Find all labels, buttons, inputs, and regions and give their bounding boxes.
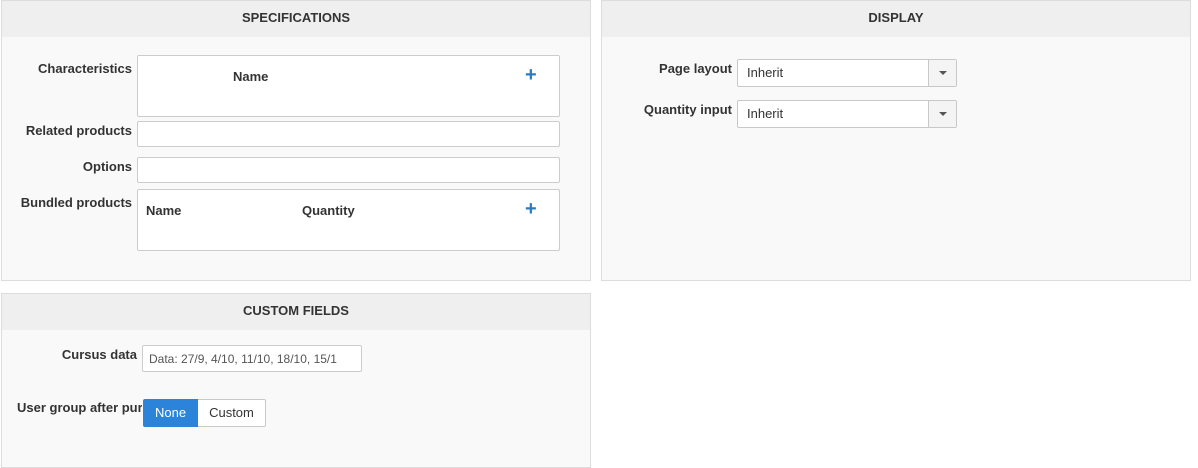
quantity-input-value: Inherit xyxy=(747,106,784,121)
add-characteristic-icon[interactable]: + xyxy=(525,65,537,85)
bundled-quantity-header: Quantity xyxy=(302,203,355,218)
user-group-toggle: None Custom xyxy=(143,399,266,427)
cursus-data-input[interactable] xyxy=(142,345,362,372)
add-bundled-product-icon[interactable]: + xyxy=(525,199,537,219)
related-products-label: Related products xyxy=(25,123,132,138)
page-layout-label: Page layout xyxy=(659,61,732,76)
display-panel: DISPLAY xyxy=(601,0,1191,281)
custom-fields-title: CUSTOM FIELDS xyxy=(2,294,590,330)
quantity-input-select[interactable]: Inherit xyxy=(737,100,957,128)
cursus-data-label: Cursus data xyxy=(61,347,137,362)
chevron-down-icon[interactable] xyxy=(928,101,956,127)
options-input[interactable] xyxy=(137,157,560,183)
display-title: DISPLAY xyxy=(602,1,1190,37)
bundled-name-header: Name xyxy=(146,203,182,218)
characteristics-table: Name + xyxy=(137,55,560,117)
user-group-label: User group after pur xyxy=(17,400,142,415)
options-label: Options xyxy=(82,159,132,174)
specifications-title: SPECIFICATIONS xyxy=(2,1,590,37)
user-group-custom-option[interactable]: Custom xyxy=(198,399,266,427)
chevron-down-icon[interactable] xyxy=(928,60,956,86)
user-group-none-option[interactable]: None xyxy=(143,399,199,427)
custom-fields-panel: CUSTOM FIELDS xyxy=(1,293,591,468)
quantity-input-label: Quantity input xyxy=(643,102,732,117)
bundled-products-label: Bundled products xyxy=(20,195,132,210)
bundled-products-table: Name Quantity + xyxy=(137,189,560,251)
characteristics-label: Characteristics xyxy=(38,61,132,76)
page-layout-select[interactable]: Inherit xyxy=(737,59,957,87)
characteristics-name-header: Name xyxy=(233,69,269,84)
related-products-input[interactable] xyxy=(137,121,560,147)
page-layout-value: Inherit xyxy=(747,65,784,80)
